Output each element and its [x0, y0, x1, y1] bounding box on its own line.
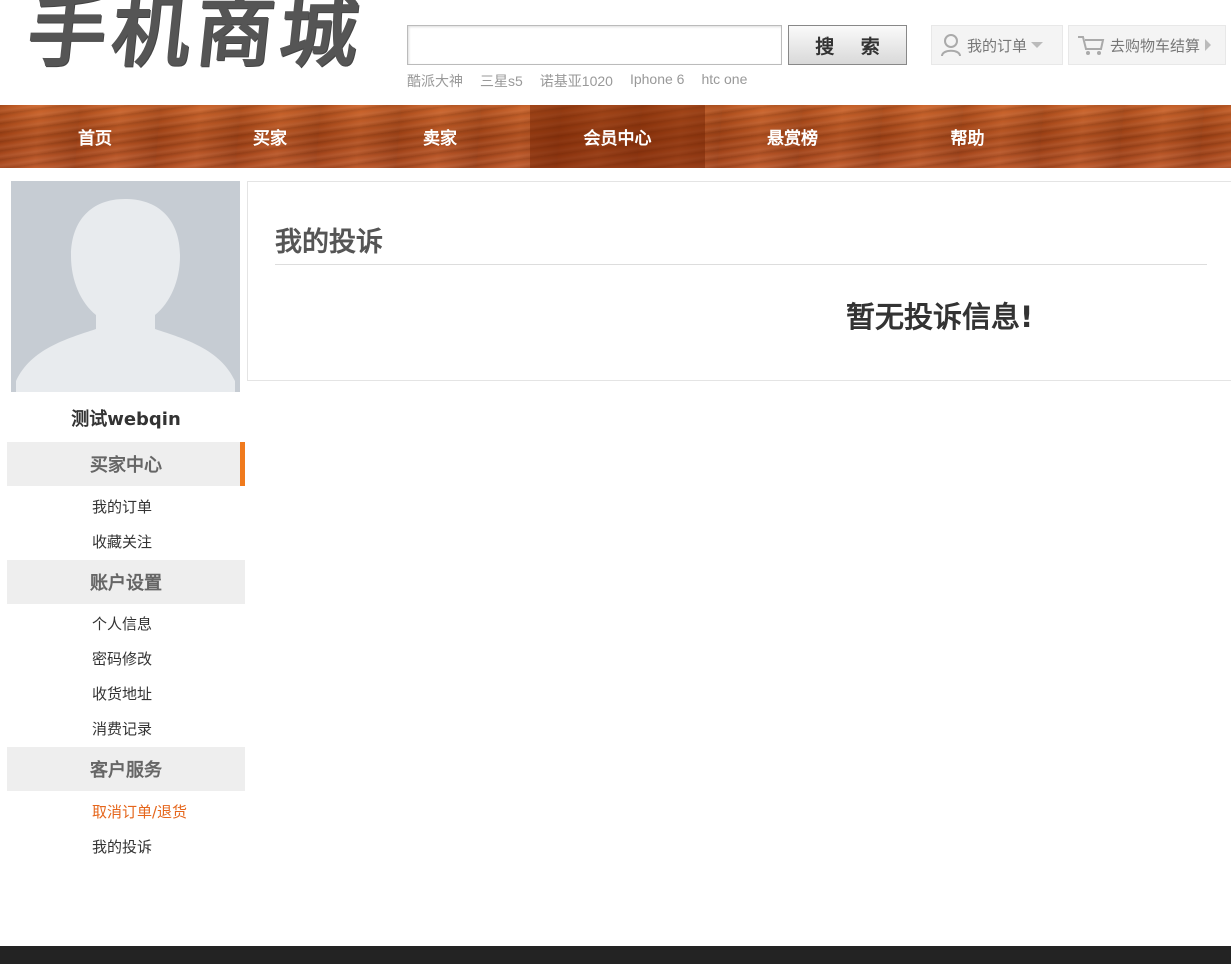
nav-home[interactable]: 首页 — [0, 105, 190, 168]
my-orders-label: 我的订单 — [967, 36, 1028, 55]
cart-label: 去购物车结算 — [1110, 36, 1201, 55]
sidebar-link-change-password[interactable]: 密码修改 — [92, 648, 152, 669]
default-avatar-icon — [11, 181, 240, 392]
page: 手机商城 搜 索 酷派大神 三星s5 诺基亚1020 Iphone 6 htc … — [0, 0, 1231, 964]
site-logo[interactable]: 手机商城 — [23, 0, 368, 78]
hot-word-link[interactable]: htc one — [701, 71, 747, 91]
user-icon — [941, 34, 961, 57]
cart-icon — [1078, 36, 1105, 55]
sidebar-link-shipping-address[interactable]: 收货地址 — [92, 683, 152, 704]
title-divider — [275, 264, 1207, 265]
sidebar-link-my-complaints[interactable]: 我的投诉 — [92, 836, 152, 857]
hot-word-link[interactable]: 诺基亚1020 — [540, 71, 613, 91]
nav-seller[interactable]: 卖家 — [350, 105, 530, 168]
caret-down-icon — [1031, 42, 1044, 48]
nav-help[interactable]: 帮助 — [880, 105, 1055, 168]
sidebar-section-account-settings[interactable]: 账户设置 — [7, 560, 245, 604]
complaints-panel: 我的投诉 暂无投诉信息! — [247, 181, 1231, 381]
hot-search-words: 酷派大神 三星s5 诺基亚1020 Iphone 6 htc one — [407, 71, 747, 91]
sidebar-section-buyer-center[interactable]: 买家中心 — [7, 442, 245, 486]
nav-buyer[interactable]: 买家 — [190, 105, 350, 168]
search-input[interactable] — [407, 25, 782, 65]
nav-member-center[interactable]: 会员中心 — [530, 105, 705, 168]
sidebar-link-personal-info[interactable]: 个人信息 — [92, 613, 152, 634]
sidebar-section-customer-service[interactable]: 客户服务 — [7, 747, 245, 791]
hot-word-link[interactable]: Iphone 6 — [630, 71, 685, 91]
sidebar-link-cancel-return[interactable]: 取消订单/退货 — [92, 801, 187, 822]
nav-bounty-board[interactable]: 悬赏榜 — [705, 105, 880, 168]
avatar[interactable] — [11, 181, 240, 392]
sidebar-link-favorites[interactable]: 收藏关注 — [92, 531, 152, 552]
cart-checkout-button[interactable]: 去购物车结算 — [1068, 25, 1226, 65]
hot-word-link[interactable]: 三星s5 — [480, 71, 523, 91]
hot-word-link[interactable]: 酷派大神 — [407, 71, 463, 91]
username: 测试webqin — [71, 409, 181, 430]
footer-bar — [0, 946, 1231, 964]
sidebar-link-my-orders[interactable]: 我的订单 — [92, 496, 152, 517]
my-orders-button[interactable]: 我的订单 — [931, 25, 1063, 65]
chevron-right-icon — [1205, 39, 1212, 51]
empty-state-message: 暂无投诉信息! — [846, 300, 1034, 334]
main-nav: 首页 买家 卖家 会员中心 悬赏榜 帮助 — [0, 105, 1231, 168]
page-title: 我的投诉 — [275, 227, 383, 258]
search-button[interactable]: 搜 索 — [788, 25, 907, 65]
sidebar-link-purchase-history[interactable]: 消费记录 — [92, 718, 152, 739]
